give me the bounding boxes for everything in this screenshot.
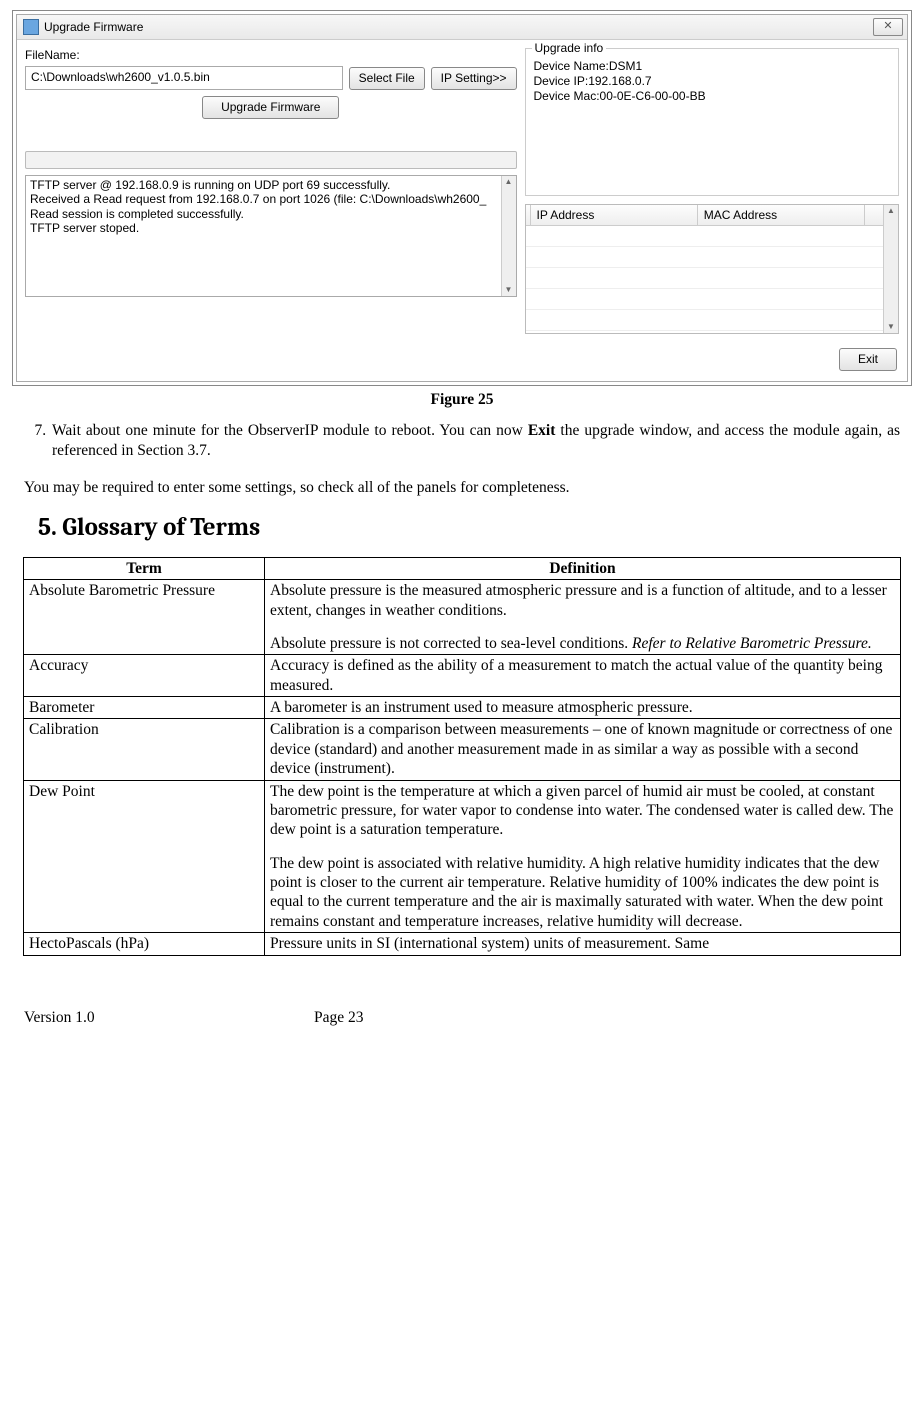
log-line: TFTP server stoped. xyxy=(30,221,497,235)
table-row: Absolute Barometric Pressure Absolute pr… xyxy=(24,580,901,655)
filename-label: FileName: xyxy=(25,48,517,63)
table-row: Accuracy Accuracy is defined as the abil… xyxy=(24,655,901,697)
figure-caption: Figure 25 xyxy=(12,390,912,409)
exit-button[interactable]: Exit xyxy=(839,348,897,371)
version-text: Version 1.0 xyxy=(24,1008,314,1027)
table-row[interactable] xyxy=(526,310,883,331)
log-line: TFTP server @ 192.168.0.9 is running on … xyxy=(30,178,497,192)
term-cell: Calibration xyxy=(24,719,265,780)
scrollbar[interactable]: ▲ ▼ xyxy=(501,176,516,296)
table-row: Barometer A barometer is an instrument u… xyxy=(24,697,901,719)
device-mac: Device Mac:00-0E-C6-00-00-BB xyxy=(534,89,890,104)
ip-setting-button[interactable]: IP Setting>> xyxy=(431,67,517,90)
upgrade-firmware-window: Upgrade Firmware ✕ FileName: C:\Download… xyxy=(16,14,908,382)
table-row: HectoPascals (hPa) Pressure units in SI … xyxy=(24,933,901,955)
definition-cell: The dew point is the temperature at whic… xyxy=(265,780,901,933)
scroll-up-icon[interactable]: ▲ xyxy=(887,205,895,217)
upgrade-firmware-button[interactable]: Upgrade Firmware xyxy=(202,96,339,119)
mac-column-header[interactable]: MAC Address xyxy=(698,205,865,225)
term-cell: Absolute Barometric Pressure xyxy=(24,580,265,655)
ip-column-header[interactable]: IP Address xyxy=(531,205,698,225)
table-row[interactable] xyxy=(526,268,883,289)
device-name: Device Name:DSM1 xyxy=(534,59,890,74)
scroll-down-icon[interactable]: ▼ xyxy=(505,284,513,296)
scroll-down-icon[interactable]: ▼ xyxy=(887,321,895,333)
device-grid: IP Address MAC Address xyxy=(525,204,899,334)
table-row: Dew Point The dew point is the temperatu… xyxy=(24,780,901,933)
window-title: Upgrade Firmware xyxy=(44,20,873,35)
term-cell: Barometer xyxy=(24,697,265,719)
glossary-table: Term Definition Absolute Barometric Pres… xyxy=(23,557,901,956)
log-line: Read session is completed successfully. xyxy=(30,207,497,221)
definition-cell: Calibration is a comparison between meas… xyxy=(265,719,901,780)
definition-header: Definition xyxy=(265,557,901,579)
term-cell: Dew Point xyxy=(24,780,265,933)
titlebar: Upgrade Firmware ✕ xyxy=(17,15,907,40)
definition-cell: Accuracy is defined as the ability of a … xyxy=(265,655,901,697)
upgrade-info-group: Upgrade info Device Name:DSM1 Device IP:… xyxy=(525,48,899,196)
progress-bar xyxy=(25,151,517,169)
page-number: Page 23 xyxy=(314,1008,364,1027)
log-output: TFTP server @ 192.168.0.9 is running on … xyxy=(25,175,517,297)
device-ip: Device IP:192.168.0.7 xyxy=(534,74,890,89)
term-header: Term xyxy=(24,557,265,579)
glossary-heading: 5. Glossary of Terms xyxy=(38,512,912,543)
firmware-screenshot: Upgrade Firmware ✕ FileName: C:\Download… xyxy=(12,10,912,386)
close-icon[interactable]: ✕ xyxy=(873,18,903,36)
table-row: Calibration Calibration is a comparison … xyxy=(24,719,901,780)
page-footer: Version 1.0 Page 23 xyxy=(12,1008,912,1027)
log-line: Received a Read request from 192.168.0.7… xyxy=(30,192,497,206)
definition-cell: Absolute pressure is the measured atmosp… xyxy=(265,580,901,655)
term-cell: Accuracy xyxy=(24,655,265,697)
definition-cell: A barometer is an instrument used to mea… xyxy=(265,697,901,719)
table-row[interactable] xyxy=(526,226,883,247)
scroll-up-icon[interactable]: ▲ xyxy=(505,176,513,188)
select-file-button[interactable]: Select File xyxy=(349,67,425,90)
completeness-note: You may be required to enter some settin… xyxy=(24,478,900,497)
step-7: Wait about one minute for the ObserverIP… xyxy=(50,421,900,460)
table-row[interactable] xyxy=(526,247,883,268)
app-icon xyxy=(23,19,39,35)
definition-cell: Pressure units in SI (international syst… xyxy=(265,933,901,955)
table-row[interactable] xyxy=(526,289,883,310)
grid-scrollbar[interactable]: ▲ ▼ xyxy=(883,205,898,333)
filename-input[interactable]: C:\Downloads\wh2600_v1.0.5.bin xyxy=(25,66,343,90)
upgrade-info-legend: Upgrade info xyxy=(532,41,607,56)
term-cell: HectoPascals (hPa) xyxy=(24,933,265,955)
